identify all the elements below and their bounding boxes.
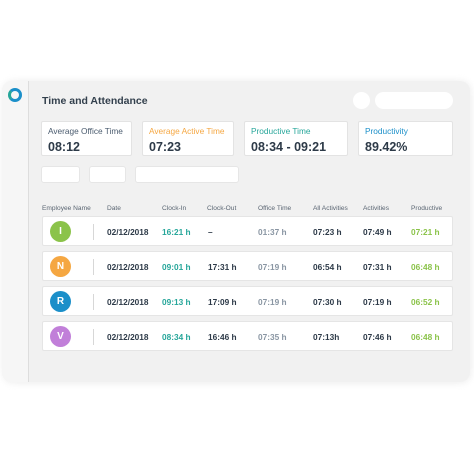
- cell-date: 02/12/2018: [107, 332, 149, 342]
- cell-activities: 07:49 h: [363, 227, 392, 237]
- cell-clock-in: 09:13 h: [162, 297, 191, 307]
- cell-productive: 07:21 h: [411, 227, 440, 237]
- divider: [93, 224, 94, 240]
- cell-date: 02/12/2018: [107, 262, 149, 272]
- employee-avatar: N: [50, 256, 71, 277]
- cell-all-activities: 07:13h: [313, 332, 340, 342]
- stat-value: 07:23: [149, 140, 181, 154]
- sidebar-rail: [2, 81, 29, 382]
- cell-all-activities: 07:23 h: [313, 227, 342, 237]
- filter-date-range[interactable]: [135, 166, 239, 183]
- table-row[interactable]: I 02/12/2018 16:21 h – 01:37 h 07:23 h 0…: [42, 216, 453, 246]
- cell-productive: 06:48 h: [411, 332, 440, 342]
- stat-card-productivity: Productivity 89.42%: [358, 121, 453, 156]
- table-row[interactable]: N 02/12/2018 09:01 h 17:31 h 07:19 h 06:…: [42, 251, 453, 281]
- divider: [93, 294, 94, 310]
- table-row[interactable]: R 02/12/2018 09:13 h 17:09 h 07:19 h 07:…: [42, 286, 453, 316]
- cell-clock-out: –: [208, 227, 213, 237]
- column-header-productive[interactable]: Productive: [411, 205, 442, 212]
- employee-avatar: I: [50, 221, 71, 242]
- cell-clock-in: 09:01 h: [162, 262, 191, 272]
- column-header-all-activities[interactable]: All Activities: [313, 205, 348, 212]
- stat-value: 89.42%: [365, 140, 408, 154]
- column-header-clock-out[interactable]: Clock-Out: [207, 205, 236, 212]
- cell-office-time: 07:19 h: [258, 262, 287, 272]
- divider: [93, 259, 94, 275]
- column-header-date[interactable]: Date: [107, 205, 121, 212]
- app-logo-icon[interactable]: [8, 88, 22, 102]
- cell-office-time: 07:19 h: [258, 297, 287, 307]
- cell-all-activities: 06:54 h: [313, 262, 342, 272]
- cell-activities: 07:31 h: [363, 262, 392, 272]
- stat-card-average-active-time: Average Active Time 07:23: [142, 121, 234, 156]
- stat-card-average-office-time: Average Office Time 08:12: [41, 121, 132, 156]
- filter-dropdown-1[interactable]: [41, 166, 80, 183]
- column-header-office-time[interactable]: Office Time: [258, 205, 291, 212]
- cell-date: 02/12/2018: [107, 297, 149, 307]
- column-header-activities[interactable]: Activities: [363, 205, 389, 212]
- cell-all-activities: 07:30 h: [313, 297, 342, 307]
- user-avatar-placeholder[interactable]: [353, 92, 370, 109]
- cell-clock-out: 16:46 h: [208, 332, 237, 342]
- stat-value: 08:12: [48, 140, 80, 154]
- employee-avatar: R: [50, 291, 71, 312]
- cell-activities: 07:46 h: [363, 332, 392, 342]
- stat-card-productive-time: Productive Time 08:34 - 09:21: [244, 121, 348, 156]
- cell-date: 02/12/2018: [107, 227, 149, 237]
- employee-avatar: V: [50, 326, 71, 347]
- page-title: Time and Attendance: [42, 95, 148, 107]
- cell-clock-out: 17:31 h: [208, 262, 237, 272]
- stat-label: Average Active Time: [149, 126, 225, 136]
- column-header-clock-in[interactable]: Clock-In: [162, 205, 186, 212]
- cell-office-time: 07:35 h: [258, 332, 287, 342]
- cell-productive: 06:52 h: [411, 297, 440, 307]
- filter-dropdown-2[interactable]: [89, 166, 126, 183]
- column-header-employee-name[interactable]: Employee Name: [42, 205, 91, 212]
- cell-clock-in: 08:34 h: [162, 332, 191, 342]
- stat-label: Productive Time: [251, 126, 311, 136]
- stat-label: Productivity: [365, 126, 408, 136]
- cell-activities: 07:19 h: [363, 297, 392, 307]
- divider: [93, 329, 94, 345]
- stat-label: Average Office Time: [48, 126, 123, 136]
- table-row[interactable]: V 02/12/2018 08:34 h 16:46 h 07:35 h 07:…: [42, 321, 453, 351]
- cell-office-time: 01:37 h: [258, 227, 287, 237]
- cell-clock-out: 17:09 h: [208, 297, 237, 307]
- user-menu-placeholder[interactable]: [375, 92, 453, 109]
- cell-productive: 06:48 h: [411, 262, 440, 272]
- stat-value: 08:34 - 09:21: [251, 140, 327, 154]
- cell-clock-in: 16:21 h: [162, 227, 191, 237]
- app-window: Time and Attendance Average Office Time …: [2, 81, 470, 382]
